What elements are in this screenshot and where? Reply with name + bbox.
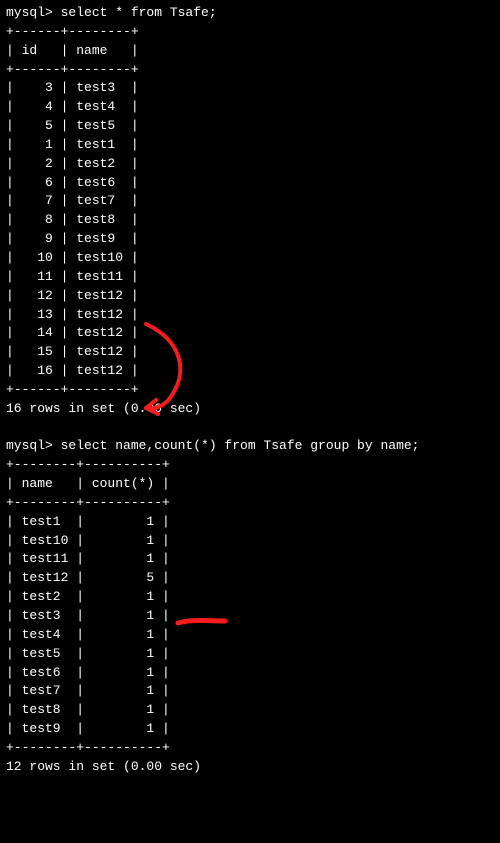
mysql-prompt-line: mysql> select name,count(*) from Tsafe g…	[6, 437, 500, 456]
table-row: | 12 | test12 |	[6, 287, 500, 306]
table-row: | test12 | 5 |	[6, 569, 500, 588]
sql-query-1: select * from Tsafe;	[61, 5, 217, 20]
table-row: | test3 | 1 |	[6, 607, 500, 626]
table-row: | test6 | 1 |	[6, 664, 500, 683]
table1-sep-mid: +------+--------+	[6, 61, 500, 80]
table-row: | test8 | 1 |	[6, 701, 500, 720]
table-row: | 2 | test2 |	[6, 155, 500, 174]
table-row: | 11 | test11 |	[6, 268, 500, 287]
table-row: | 6 | test6 |	[6, 174, 500, 193]
table-row: | test5 | 1 |	[6, 645, 500, 664]
table2-header: | name | count(*) |	[6, 475, 500, 494]
table2-sep-top: +--------+----------+	[6, 456, 500, 475]
table-row: | test1 | 1 |	[6, 513, 500, 532]
table2-sep-mid: +--------+----------+	[6, 494, 500, 513]
table1-sep-bot: +------+--------+	[6, 381, 500, 400]
table-row: | 3 | test3 |	[6, 79, 500, 98]
table-row: | test2 | 1 |	[6, 588, 500, 607]
table-row: | 14 | test12 |	[6, 324, 500, 343]
table-row: | test10 | 1 |	[6, 532, 500, 551]
query1-summary: 16 rows in set (0.00 sec)	[6, 400, 500, 419]
table-row: | test11 | 1 |	[6, 550, 500, 569]
table-row: | 15 | test12 |	[6, 343, 500, 362]
table-row: | test9 | 1 |	[6, 720, 500, 739]
table-row: | 16 | test12 |	[6, 362, 500, 381]
table-row: | 5 | test5 |	[6, 117, 500, 136]
table-row: | 9 | test9 |	[6, 230, 500, 249]
table1-sep-top: +------+--------+	[6, 23, 500, 42]
blank-line	[6, 419, 500, 438]
table-row: | 1 | test1 |	[6, 136, 500, 155]
query2-summary: 12 rows in set (0.00 sec)	[6, 758, 500, 777]
table-row: | 13 | test12 |	[6, 306, 500, 325]
sql-query-2: select name,count(*) from Tsafe group by…	[61, 438, 420, 453]
table-row: | 7 | test7 |	[6, 192, 500, 211]
mysql-prompt: mysql>	[6, 438, 61, 453]
table1-header: | id | name |	[6, 42, 500, 61]
table-row: | 10 | test10 |	[6, 249, 500, 268]
table-row: | 8 | test8 |	[6, 211, 500, 230]
table-row: | test4 | 1 |	[6, 626, 500, 645]
mysql-prompt: mysql>	[6, 5, 61, 20]
table-row: | 4 | test4 |	[6, 98, 500, 117]
mysql-prompt-line: mysql> select * from Tsafe;	[6, 4, 500, 23]
table-row: | test7 | 1 |	[6, 682, 500, 701]
table2-sep-bot: +--------+----------+	[6, 739, 500, 758]
